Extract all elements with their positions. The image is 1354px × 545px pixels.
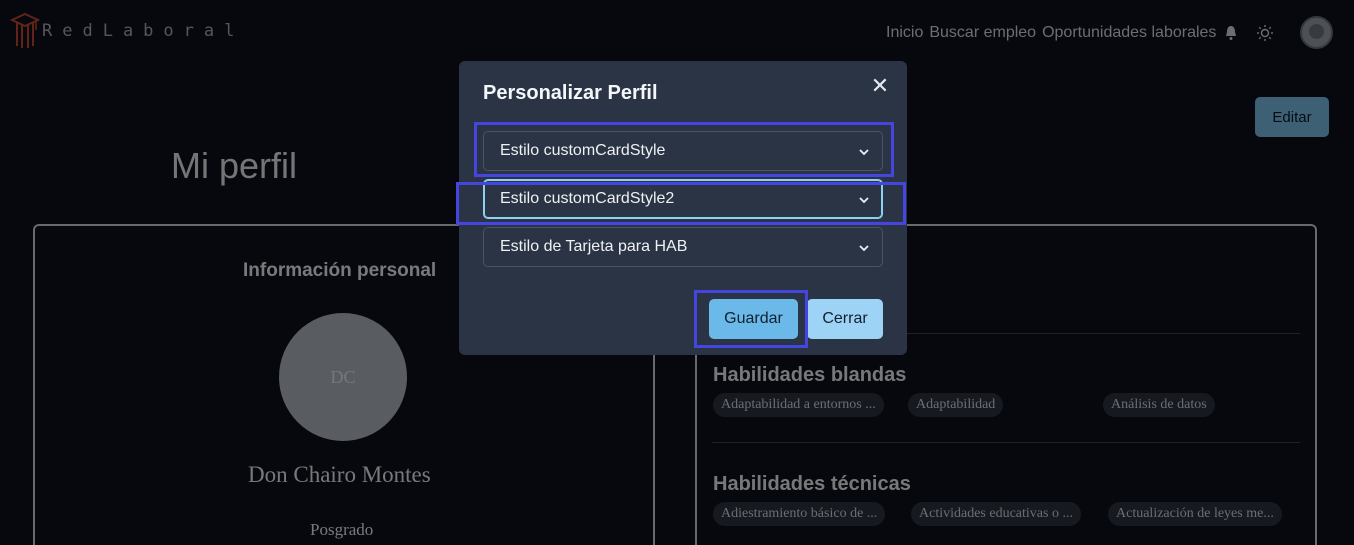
highlight-box — [694, 290, 808, 348]
highlight-box — [456, 182, 906, 225]
select-value: Estilo de Tarjeta para HAB — [500, 238, 688, 255]
close-button[interactable]: Cerrar — [807, 299, 883, 339]
skills-card-style-select[interactable]: Estilo de Tarjeta para HAB — [483, 227, 883, 267]
close-icon[interactable]: ✕ — [869, 75, 891, 97]
chevron-down-icon — [859, 245, 869, 252]
highlight-box — [474, 122, 894, 177]
modal-title: Personalizar Perfil — [483, 82, 658, 104]
